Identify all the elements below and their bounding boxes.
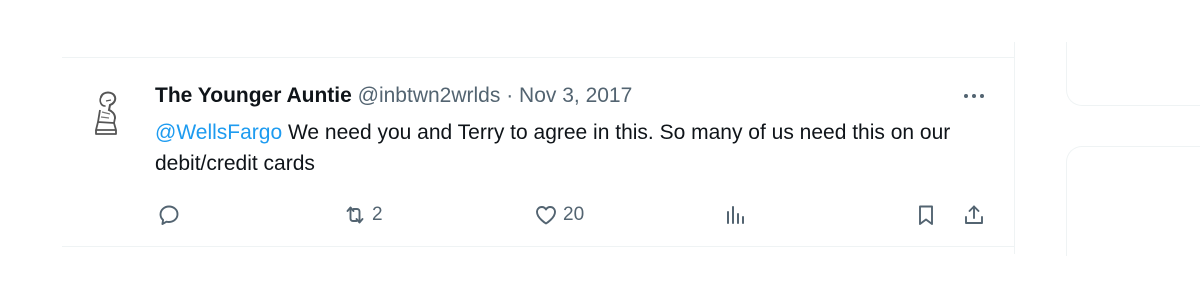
tweet-card[interactable]: The Younger Auntie @inbtwn2wrlds · Nov 3… bbox=[62, 57, 1014, 247]
avatar[interactable] bbox=[88, 88, 122, 136]
reply-button[interactable] bbox=[157, 201, 186, 229]
author-handle[interactable]: @inbtwn2wrlds bbox=[358, 84, 501, 107]
share-button[interactable] bbox=[962, 201, 986, 229]
tweet-text: @WellsFargo We need you and Terry to agr… bbox=[155, 117, 975, 179]
sketch-figure-avatar-icon bbox=[95, 91, 117, 135]
retweet-button[interactable]: 2 bbox=[343, 201, 383, 229]
sidebar-panel-bottom bbox=[1066, 146, 1200, 256]
views-button[interactable] bbox=[723, 201, 752, 229]
header-separator: · bbox=[506, 84, 514, 107]
share-icon bbox=[965, 205, 983, 224]
tweet-date[interactable]: Nov 3, 2017 bbox=[519, 84, 632, 107]
retweet-icon bbox=[346, 206, 364, 224]
like-button[interactable]: 20 bbox=[534, 201, 584, 229]
more-button[interactable] bbox=[960, 85, 988, 107]
bookmark-icon bbox=[919, 205, 933, 225]
more-horizontal-icon bbox=[964, 94, 984, 98]
tweet-header: The Younger Auntie @inbtwn2wrlds · Nov 3… bbox=[155, 83, 632, 109]
bookmark-button[interactable] bbox=[914, 201, 938, 229]
mention-link[interactable]: @WellsFargo bbox=[155, 121, 282, 144]
reply-icon bbox=[159, 205, 179, 225]
column-divider bbox=[1014, 42, 1015, 254]
page: The Younger Auntie @inbtwn2wrlds · Nov 3… bbox=[0, 0, 1200, 300]
sidebar-panel-top bbox=[1066, 42, 1200, 106]
heart-icon bbox=[536, 206, 556, 225]
author-display-name[interactable]: The Younger Auntie bbox=[155, 84, 352, 107]
retweet-count: 2 bbox=[372, 204, 383, 225]
like-count: 20 bbox=[563, 204, 585, 225]
analytics-icon bbox=[727, 206, 744, 224]
